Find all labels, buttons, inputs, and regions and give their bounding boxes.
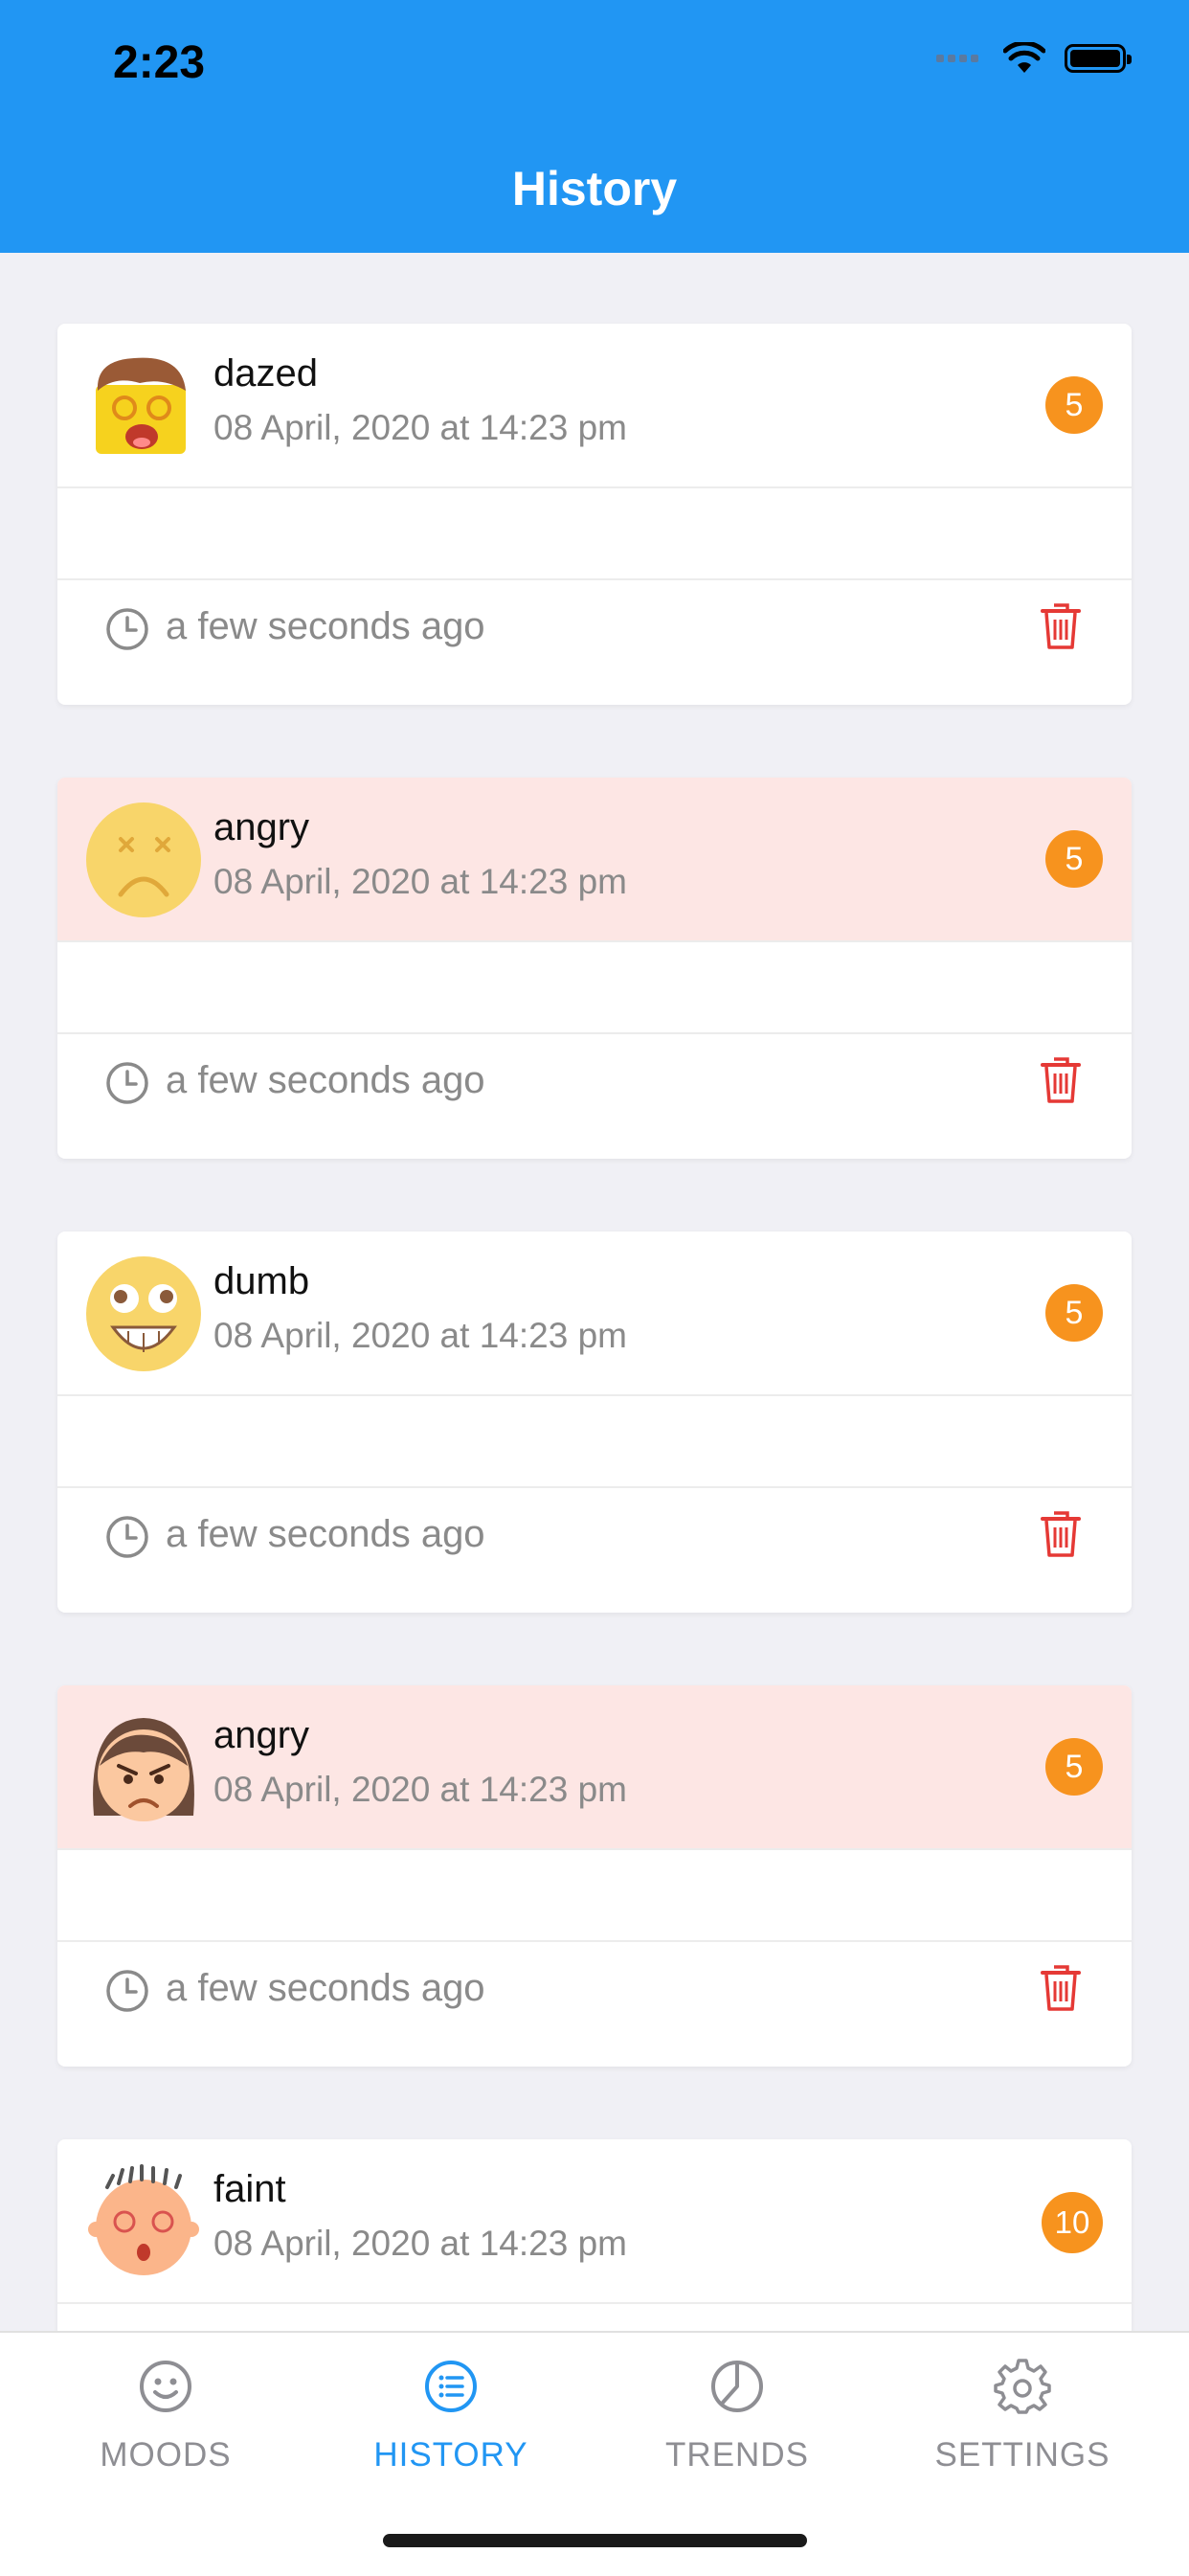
angry-face-icon <box>86 802 201 917</box>
mood-score-badge: 5 <box>1045 830 1103 888</box>
history-card[interactable]: dumb 08 April, 2020 at 14:23 pm 5 a few … <box>57 1232 1132 1613</box>
battery-icon <box>1065 44 1132 73</box>
card-note <box>57 940 1132 1034</box>
trash-icon[interactable] <box>1040 1055 1082 1105</box>
status-icons <box>936 42 1132 75</box>
relative-time: a few seconds ago <box>166 605 485 647</box>
card-header[interactable]: dazed 08 April, 2020 at 14:23 pm 5 <box>57 324 1132 488</box>
card-header[interactable]: angry 08 April, 2020 at 14:23 pm 5 <box>57 778 1132 942</box>
page-title: History <box>511 162 678 215</box>
tab-moods[interactable]: MOODS <box>22 2358 309 2501</box>
wifi-icon <box>1003 42 1045 73</box>
mood-score-badge: 5 <box>1045 1284 1103 1342</box>
tab-history[interactable]: HISTORY <box>307 2358 594 2501</box>
card-note <box>57 486 1132 580</box>
mood-name: angry <box>213 1714 310 1756</box>
tab-settings[interactable]: SETTINGS <box>879 2358 1166 2501</box>
trash-icon[interactable] <box>1040 601 1082 651</box>
tab-label: HISTORY <box>373 2436 528 2474</box>
history-card[interactable]: dazed 08 April, 2020 at 14:23 pm 5 a few… <box>57 324 1132 705</box>
entry-date: 08 April, 2020 at 14:23 pm <box>213 408 627 447</box>
status-time: 2:23 <box>113 37 206 88</box>
history-card[interactable]: angry 08 April, 2020 at 14:23 pm 5 a few… <box>57 778 1132 1159</box>
clock-icon <box>106 608 148 650</box>
signal-icon <box>936 55 978 62</box>
tab-trends[interactable]: TRENDS <box>594 2358 881 2501</box>
tab-label: TRENDS <box>665 2436 809 2474</box>
mood-score-badge: 5 <box>1045 376 1103 434</box>
relative-time: a few seconds ago <box>166 1059 485 1101</box>
home-indicator <box>383 2534 807 2547</box>
card-note <box>57 1848 1132 1942</box>
entry-date: 08 April, 2020 at 14:23 pm <box>213 1770 627 1809</box>
list-icon <box>425 2361 477 2412</box>
tab-label: MOODS <box>100 2436 232 2474</box>
clock-icon <box>106 1516 148 1558</box>
smiley-icon <box>140 2361 191 2412</box>
clock-icon <box>106 1062 148 1104</box>
mood-name: angry <box>213 806 310 848</box>
card-header[interactable]: dumb 08 April, 2020 at 14:23 pm 5 <box>57 1232 1132 1396</box>
history-card[interactable]: angry 08 April, 2020 at 14:23 pm 5 a few… <box>57 1685 1132 2067</box>
entry-date: 08 April, 2020 at 14:23 pm <box>213 1316 627 1355</box>
card-header[interactable]: angry 08 April, 2020 at 14:23 pm 5 <box>57 1685 1132 1850</box>
entry-date: 08 April, 2020 at 14:23 pm <box>213 862 627 901</box>
trash-icon[interactable] <box>1040 1963 1082 2013</box>
mood-name: dazed <box>213 352 318 395</box>
gear-icon <box>994 2359 1051 2414</box>
mood-score-badge: 10 <box>1042 2192 1103 2253</box>
entry-date: 08 April, 2020 at 14:23 pm <box>213 2224 627 2263</box>
mood-score-badge: 5 <box>1045 1738 1103 1796</box>
mood-name: faint <box>213 2168 286 2210</box>
card-note <box>57 1394 1132 1488</box>
angry-girl-face-icon <box>93 1718 194 1821</box>
relative-time: a few seconds ago <box>166 1513 485 1555</box>
relative-time: a few seconds ago <box>166 1967 485 2009</box>
faint-face-icon <box>88 2164 199 2275</box>
app-header: 2:23 History <box>0 0 1189 253</box>
trash-icon[interactable] <box>1040 1509 1082 1559</box>
dumb-face-icon <box>86 1256 201 1371</box>
pie-chart-icon <box>711 2361 763 2412</box>
tab-label: SETTINGS <box>934 2436 1110 2474</box>
mood-name: dumb <box>213 1260 310 1302</box>
card-header[interactable]: faint 08 April, 2020 at 14:23 pm 10 <box>57 2139 1132 2304</box>
clock-icon <box>106 1970 148 2012</box>
dazed-face-icon <box>96 357 186 454</box>
